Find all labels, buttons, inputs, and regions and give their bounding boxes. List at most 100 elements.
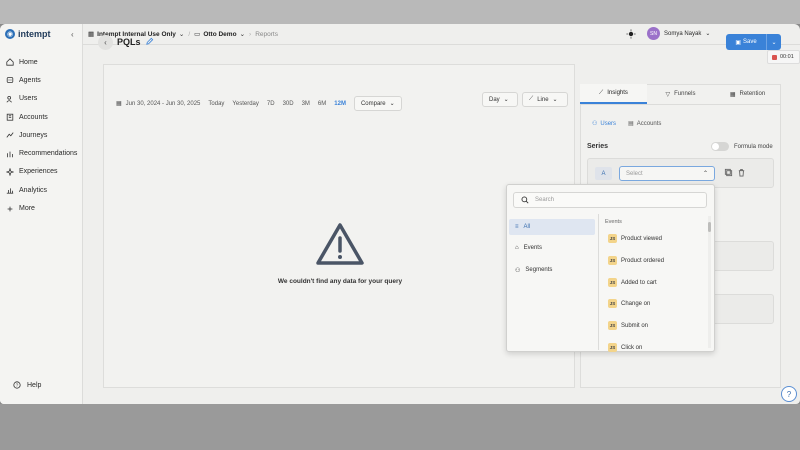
category-segments[interactable]: ⚇ Segments bbox=[509, 262, 595, 278]
save-button[interactable]: ▣ Save bbox=[726, 34, 767, 50]
folder-icon: ▭ bbox=[194, 31, 201, 38]
logo[interactable]: ◉ intempt bbox=[5, 29, 51, 39]
back-button[interactable]: ‹ bbox=[98, 35, 113, 50]
dropdown-scroll-thumb[interactable] bbox=[708, 222, 711, 232]
event-item[interactable]: JS Product ordered bbox=[608, 256, 664, 265]
category-label: Events bbox=[523, 245, 542, 251]
tab-funnels[interactable]: ▽ Funnels bbox=[647, 84, 714, 104]
help-button[interactable]: ? bbox=[781, 386, 797, 402]
breadcrumb-section[interactable]: Reports bbox=[255, 31, 278, 38]
sidebar-item-journeys[interactable]: Journeys bbox=[0, 126, 83, 144]
breadcrumb-separator: › bbox=[249, 30, 252, 38]
event-label: Product viewed bbox=[621, 235, 663, 242]
journeys-icon bbox=[6, 131, 14, 139]
logo-text: intempt bbox=[18, 29, 51, 39]
event-item[interactable]: JS Product viewed bbox=[608, 234, 662, 243]
tab-retention[interactable]: ▦ Retention bbox=[714, 84, 781, 104]
search-icon bbox=[521, 196, 529, 204]
js-badge: JS bbox=[608, 321, 617, 330]
sidebar-item-home[interactable]: Home bbox=[0, 53, 83, 71]
building-icon: ▦ bbox=[88, 31, 95, 38]
sidebar-item-label: Analytics bbox=[19, 186, 48, 194]
page-title: PQLs bbox=[117, 37, 141, 47]
project-name: Otto Demo bbox=[203, 30, 237, 38]
sidebar-item-experiences[interactable]: Experiences bbox=[0, 163, 83, 181]
save-label: Save bbox=[742, 39, 757, 45]
plus-icon bbox=[6, 205, 14, 213]
chart-type-dropdown[interactable]: ⟋ Line ⌄ bbox=[522, 92, 568, 107]
events-section-header: Events bbox=[605, 219, 622, 225]
event-item[interactable]: JS Added to cart bbox=[608, 278, 657, 287]
sidebar-item-more[interactable]: More bbox=[0, 199, 83, 217]
date-range-picker[interactable]: ▦ Jun 30, 2024 - Jun 30, 2025 bbox=[116, 100, 201, 108]
collapse-sidebar-icon[interactable]: ‹ bbox=[71, 30, 74, 39]
entity-label: Users bbox=[600, 120, 617, 127]
tab-insights[interactable]: ⟋ Insights bbox=[580, 84, 647, 104]
entity-users[interactable]: ⚇ Users bbox=[592, 120, 617, 128]
event-item[interactable]: JS Submit on bbox=[608, 321, 648, 330]
breadcrumb-project[interactable]: ▭ Otto Demo ⌄ bbox=[194, 30, 245, 39]
interval-label: Day bbox=[489, 96, 500, 103]
compare-label: Compare bbox=[360, 100, 386, 107]
category-events[interactable]: ⌂ Events bbox=[509, 240, 595, 256]
js-badge: JS bbox=[608, 299, 617, 308]
sidebar-item-analytics[interactable]: Analytics bbox=[0, 181, 83, 199]
event-item[interactable]: JS Click on bbox=[608, 343, 642, 352]
event-label: Submit on bbox=[621, 322, 649, 329]
sidebar-item-recommendations[interactable]: Recommendations bbox=[0, 144, 83, 162]
js-badge: JS bbox=[608, 343, 617, 352]
date-range-value: Jun 30, 2024 - Jun 30, 2025 bbox=[125, 100, 201, 107]
sidebar-item-users[interactable]: Users bbox=[0, 90, 83, 108]
event-label: Change on bbox=[621, 300, 651, 307]
chevron-down-icon: ⌄ bbox=[178, 31, 185, 38]
range-6m[interactable]: 6M bbox=[318, 101, 326, 107]
category-all[interactable]: ≡ All bbox=[509, 219, 595, 235]
entity-accounts[interactable]: ▤ Accounts bbox=[628, 120, 661, 128]
range-30d[interactable]: 30D bbox=[283, 101, 294, 107]
dropdown-scrollbar[interactable] bbox=[708, 216, 711, 348]
event-search-input[interactable]: Search bbox=[513, 192, 707, 208]
series-letter-badge: A bbox=[595, 167, 612, 180]
backdrop-top bbox=[0, 0, 800, 24]
range-3m[interactable]: 3M bbox=[302, 101, 310, 107]
js-badge: JS bbox=[608, 256, 617, 265]
chevron-down-icon: ⌄ bbox=[705, 31, 711, 37]
events-icon: ⌂ bbox=[515, 245, 519, 251]
sidebar-item-agents[interactable]: Agents bbox=[0, 71, 83, 89]
edit-title-icon[interactable] bbox=[145, 37, 154, 46]
js-badge: JS bbox=[608, 278, 617, 287]
save-button-group: ▣ Save ⌄ bbox=[726, 34, 781, 50]
compare-dropdown[interactable]: Compare ⌄ bbox=[353, 96, 402, 111]
timer-value: 00:01 bbox=[780, 54, 794, 60]
theme-toggle-icon[interactable] bbox=[626, 29, 636, 39]
range-yesterday[interactable]: Yesterday bbox=[232, 101, 258, 107]
copy-icon[interactable] bbox=[724, 168, 733, 177]
help-icon: ? bbox=[13, 381, 21, 389]
sidebar-help[interactable]: ? Help bbox=[13, 381, 41, 389]
breadcrumb-separator: / bbox=[188, 30, 191, 38]
record-icon bbox=[772, 54, 777, 60]
interval-dropdown[interactable]: Day ⌄ bbox=[482, 92, 518, 107]
calendar-icon: ▦ bbox=[116, 101, 122, 107]
funnel-icon: ▽ bbox=[665, 91, 671, 98]
event-label: Product ordered bbox=[621, 257, 665, 264]
formula-mode-toggle[interactable] bbox=[711, 142, 729, 151]
experiences-icon bbox=[6, 167, 14, 176]
event-item[interactable]: JS Change on bbox=[608, 299, 650, 308]
search-placeholder: Search bbox=[535, 197, 555, 203]
category-label: All bbox=[523, 224, 531, 230]
accounts-icon bbox=[6, 113, 14, 121]
save-options-button[interactable]: ⌄ bbox=[767, 39, 781, 46]
user-menu[interactable]: SN Somya Nayak ⌄ bbox=[647, 27, 710, 40]
users-icon: ⚇ bbox=[592, 121, 598, 127]
range-12m[interactable]: 12M bbox=[334, 101, 346, 107]
range-today[interactable]: Today bbox=[208, 101, 224, 107]
dropdown-divider bbox=[598, 214, 599, 350]
sidebar-item-accounts[interactable]: Accounts bbox=[0, 108, 83, 126]
sidebar-nav: Home Agents Users Accounts Journeys Reco… bbox=[0, 53, 83, 218]
trash-icon[interactable] bbox=[737, 168, 746, 177]
event-select[interactable]: Select ⌃ bbox=[619, 166, 715, 181]
chevron-down-icon: ⌄ bbox=[503, 97, 509, 103]
range-7d[interactable]: 7D bbox=[267, 101, 275, 107]
sidebar-item-label: Home bbox=[19, 58, 38, 66]
